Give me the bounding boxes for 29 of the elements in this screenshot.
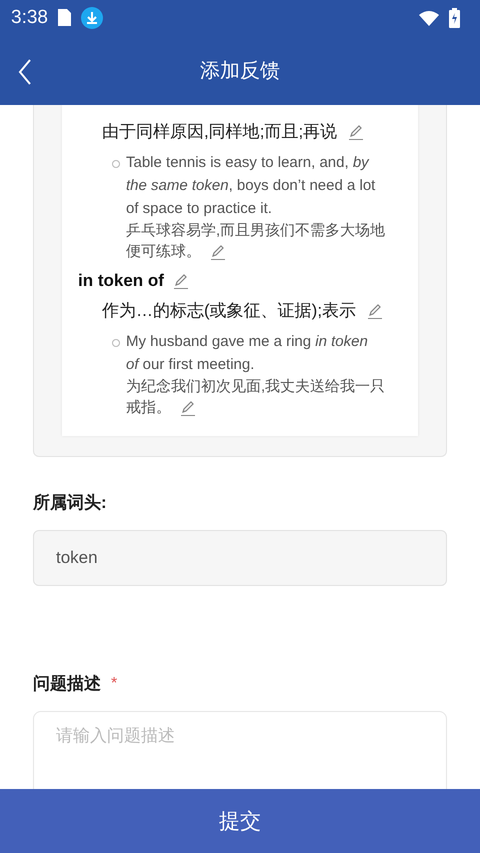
description-label: 问题描述	[33, 673, 101, 695]
submit-button[interactable]: 提交	[0, 789, 480, 853]
headword-field: token	[33, 530, 447, 586]
bullet-icon	[112, 339, 120, 347]
example-sentence: Table tennis is easy to learn, and, by the same token, boys don’t need a lot of space to practice it.	[126, 153, 376, 219]
battery-icon	[449, 8, 460, 28]
example-translation: 乒乓球容易学,而且男孩们不需多大场地	[126, 221, 386, 241]
page-title: 添加反馈	[200, 58, 280, 84]
sense-definition: 由于同样原因,同样地;而且;再说	[102, 121, 338, 143]
headword-label: 所属词头:	[33, 492, 107, 514]
wifi-icon	[419, 10, 439, 26]
status-time: 3:38	[11, 6, 48, 28]
example-translation: 戒指。	[126, 398, 171, 418]
required-mark: *	[111, 674, 118, 692]
example-translation: 便可练球。	[126, 242, 201, 262]
back-icon	[18, 59, 32, 85]
bullet-icon	[112, 160, 120, 168]
phrase-title: in token of	[78, 270, 164, 292]
edit-icon[interactable]	[347, 123, 366, 141]
download-icon	[80, 6, 103, 28]
edit-icon[interactable]	[179, 398, 197, 416]
description-field[interactable]: 请输入问题描述	[33, 711, 447, 789]
edit-icon[interactable]	[172, 272, 190, 290]
sense-definition: 作为…的标志(或象征、证据);表示	[102, 300, 356, 322]
edit-icon[interactable]	[366, 302, 384, 320]
sim-card-icon	[58, 9, 71, 26]
example-sentence: My husband gave me a ring in token of our first meeting.	[126, 332, 369, 375]
edit-icon[interactable]	[209, 242, 227, 260]
example-translation: 为纪念我们初次见面,我丈夫送给我一只	[126, 377, 386, 397]
